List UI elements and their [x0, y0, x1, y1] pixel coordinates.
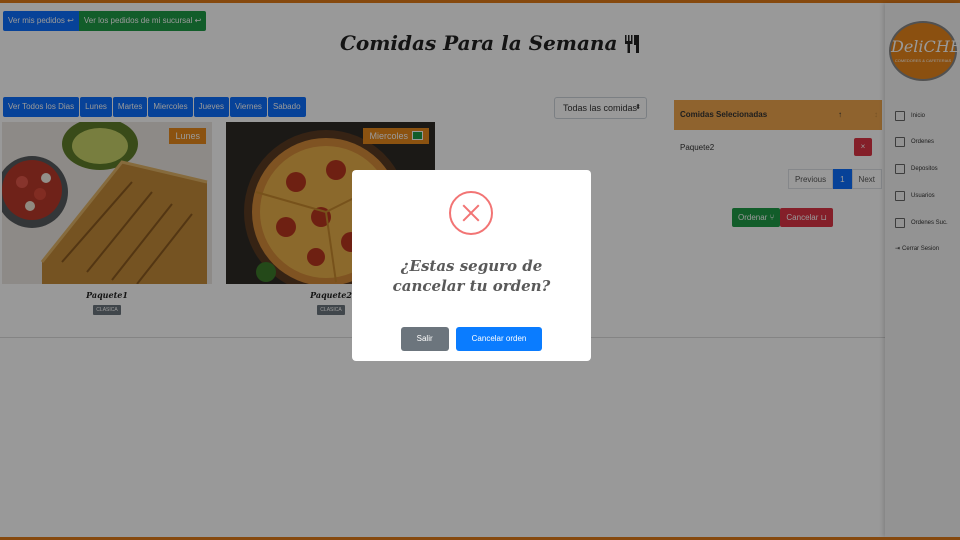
dialog-buttons: Salir Cancelar orden [352, 327, 591, 351]
salir-button[interactable]: Salir [400, 327, 449, 351]
error-x-icon [449, 191, 493, 235]
cancel-order-dialog: ¿Estas seguro de cancelar tu orden? Sali… [352, 170, 591, 361]
cancelar-orden-button[interactable]: Cancelar orden [455, 327, 543, 351]
dialog-message: ¿Estas seguro de cancelar tu orden? [392, 257, 551, 295]
